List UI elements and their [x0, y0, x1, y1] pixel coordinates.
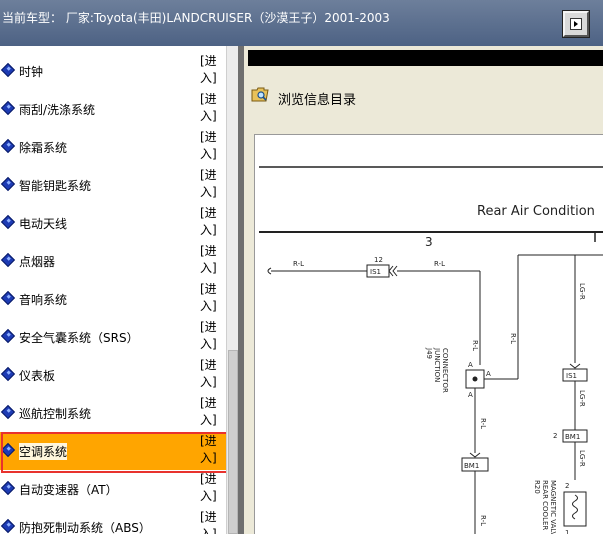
wire-label-lgr-3: LG-R	[578, 450, 586, 467]
pin-2-lower: 2	[565, 482, 569, 490]
list-scrollbar[interactable]	[226, 46, 238, 534]
enter-link[interactable]: [进入]	[200, 243, 224, 277]
system-list-item[interactable]: 除霜系统 [进入]	[0, 128, 226, 166]
browse-directory-label: 浏览信息目录	[278, 93, 357, 108]
diamond-bullet-icon	[0, 518, 16, 534]
junction-name-1: JUNCTION	[433, 347, 441, 382]
pin-a-top: A	[468, 361, 473, 369]
wire-label-rl-2: R-L	[434, 260, 445, 268]
system-list-item[interactable]: 巡航控制系统 [进入]	[0, 394, 226, 432]
system-list-item[interactable]: 防抱死制动系统（ABS） [进入]	[0, 508, 226, 534]
system-label[interactable]: 音响系统	[19, 291, 67, 308]
valve-name-1: REAR COOLER	[541, 480, 549, 530]
enter-link[interactable]: [进入]	[200, 53, 224, 87]
system-label[interactable]: 点烟器	[19, 253, 55, 270]
system-label[interactable]: 时钟	[19, 63, 43, 80]
diamond-bullet-icon	[0, 176, 16, 192]
wire-label-rl-3: R-L	[471, 340, 479, 351]
junction-id: J49	[425, 347, 433, 359]
enter-link[interactable]: [进入]	[200, 319, 224, 353]
wire-label-rl-4: R-L	[509, 333, 517, 344]
system-list-item[interactable]: 仪表板 [进入]	[0, 356, 226, 394]
enter-link[interactable]: [进入]	[200, 205, 224, 239]
system-list-item[interactable]: 时钟 [进入]	[0, 52, 226, 90]
browse-directory-link[interactable]: 浏览信息目录	[248, 84, 603, 108]
system-label[interactable]: 雨刮/洗涤系统	[19, 101, 95, 118]
connector-is1-left: IS1	[370, 268, 381, 276]
diamond-bullet-icon	[0, 62, 16, 78]
diamond-bullet-icon	[0, 252, 16, 268]
system-list-item[interactable]: 安全气囊系统（SRS） [进入]	[0, 318, 226, 356]
enter-link[interactable]: [进入]	[200, 91, 224, 125]
scrollbar-thumb[interactable]	[228, 350, 238, 534]
content-toolbar	[248, 50, 603, 66]
diamond-bullet-icon	[0, 404, 16, 420]
diamond-bullet-icon	[0, 100, 16, 116]
system-list-item[interactable]: 音响系统 [进入]	[0, 280, 226, 318]
wire-label-lgr-2: LG-R	[578, 390, 586, 407]
title-bar: 当前车型： 厂家:Toyota(丰田)LANDCRUISER（沙漠王子）2001…	[0, 0, 603, 46]
junction-name-2: CONNECTOR	[441, 348, 449, 393]
system-list-item[interactable]: 自动变速器（AT） [进入]	[0, 470, 226, 508]
valve-id: R20	[533, 480, 541, 494]
enter-link[interactable]: [进入]	[200, 167, 224, 201]
connector-bm1-lower: BM1	[464, 462, 479, 470]
wire-label-rl-5: R-L	[479, 418, 487, 429]
valve-name-2: MAGNETIC VALVE	[549, 480, 557, 534]
pin-a-bottom: A	[468, 391, 473, 399]
enter-link[interactable]: [进入]	[200, 281, 224, 315]
system-label[interactable]: 防抱死制动系统（ABS）	[19, 519, 151, 534]
enter-link[interactable]: [进入]	[200, 395, 224, 429]
system-label[interactable]: 除霜系统	[19, 139, 67, 156]
system-label[interactable]: 自动变速器（AT）	[19, 481, 118, 498]
diamond-bullet-icon	[0, 480, 16, 496]
folder-search-icon	[251, 87, 269, 102]
wire-label-rl-1: R-L	[293, 260, 304, 268]
section-number: 3	[425, 235, 433, 249]
system-label[interactable]: 智能钥匙系统	[19, 177, 91, 194]
diamond-bullet-icon	[0, 138, 16, 154]
pin-2-upper: 2	[553, 432, 557, 440]
connector-is1-right: IS1	[566, 372, 577, 380]
diamond-bullet-icon	[0, 366, 16, 382]
system-label[interactable]: 巡航控制系统	[19, 405, 91, 422]
system-list-item[interactable]: 智能钥匙系统 [进入]	[0, 166, 226, 204]
selection-highlight-box	[1, 432, 233, 473]
enter-link[interactable]: [进入]	[200, 471, 224, 505]
arrow-right-icon	[570, 18, 582, 30]
enter-link[interactable]: [进入]	[200, 129, 224, 163]
pin-1: 1	[565, 529, 569, 534]
wiring-diagram-svg: Rear Air Condition 3 R-L IS1 12 R-L R-L …	[259, 166, 603, 534]
system-label[interactable]: 电动天线	[19, 215, 67, 232]
connector-bm1-right: BM1	[565, 433, 580, 441]
diamond-bullet-icon	[0, 290, 16, 306]
pin-a-right: A	[486, 370, 491, 378]
enter-link[interactable]: [进入]	[200, 357, 224, 391]
system-list-item[interactable]: 雨刮/洗涤系统 [进入]	[0, 90, 226, 128]
wire-label-rl-6: R-L	[479, 515, 487, 526]
system-list-item[interactable]: 电动天线 [进入]	[0, 204, 226, 242]
system-list-item[interactable]: 点烟器 [进入]	[0, 242, 226, 280]
diamond-bullet-icon	[0, 328, 16, 344]
wire-label-lgr-1: LG-R	[578, 283, 586, 300]
current-model-title: 当前车型： 厂家:Toyota(丰田)LANDCRUISER（沙漠王子）2001…	[2, 11, 390, 25]
toggle-panel-button[interactable]	[563, 11, 589, 37]
pin-12: 12	[374, 256, 383, 264]
system-label[interactable]: 仪表板	[19, 367, 55, 384]
system-label[interactable]: 安全气囊系统（SRS）	[19, 329, 139, 346]
content-panel: 浏览信息目录 Rear Air Condition 3 R-L IS1 12 R…	[244, 46, 603, 534]
wiring-diagram: Rear Air Condition 3 R-L IS1 12 R-L R-L …	[254, 134, 603, 534]
diagram-heading: Rear Air Condition	[477, 204, 595, 219]
diamond-bullet-icon	[0, 214, 16, 230]
enter-link[interactable]: [进入]	[200, 509, 224, 534]
